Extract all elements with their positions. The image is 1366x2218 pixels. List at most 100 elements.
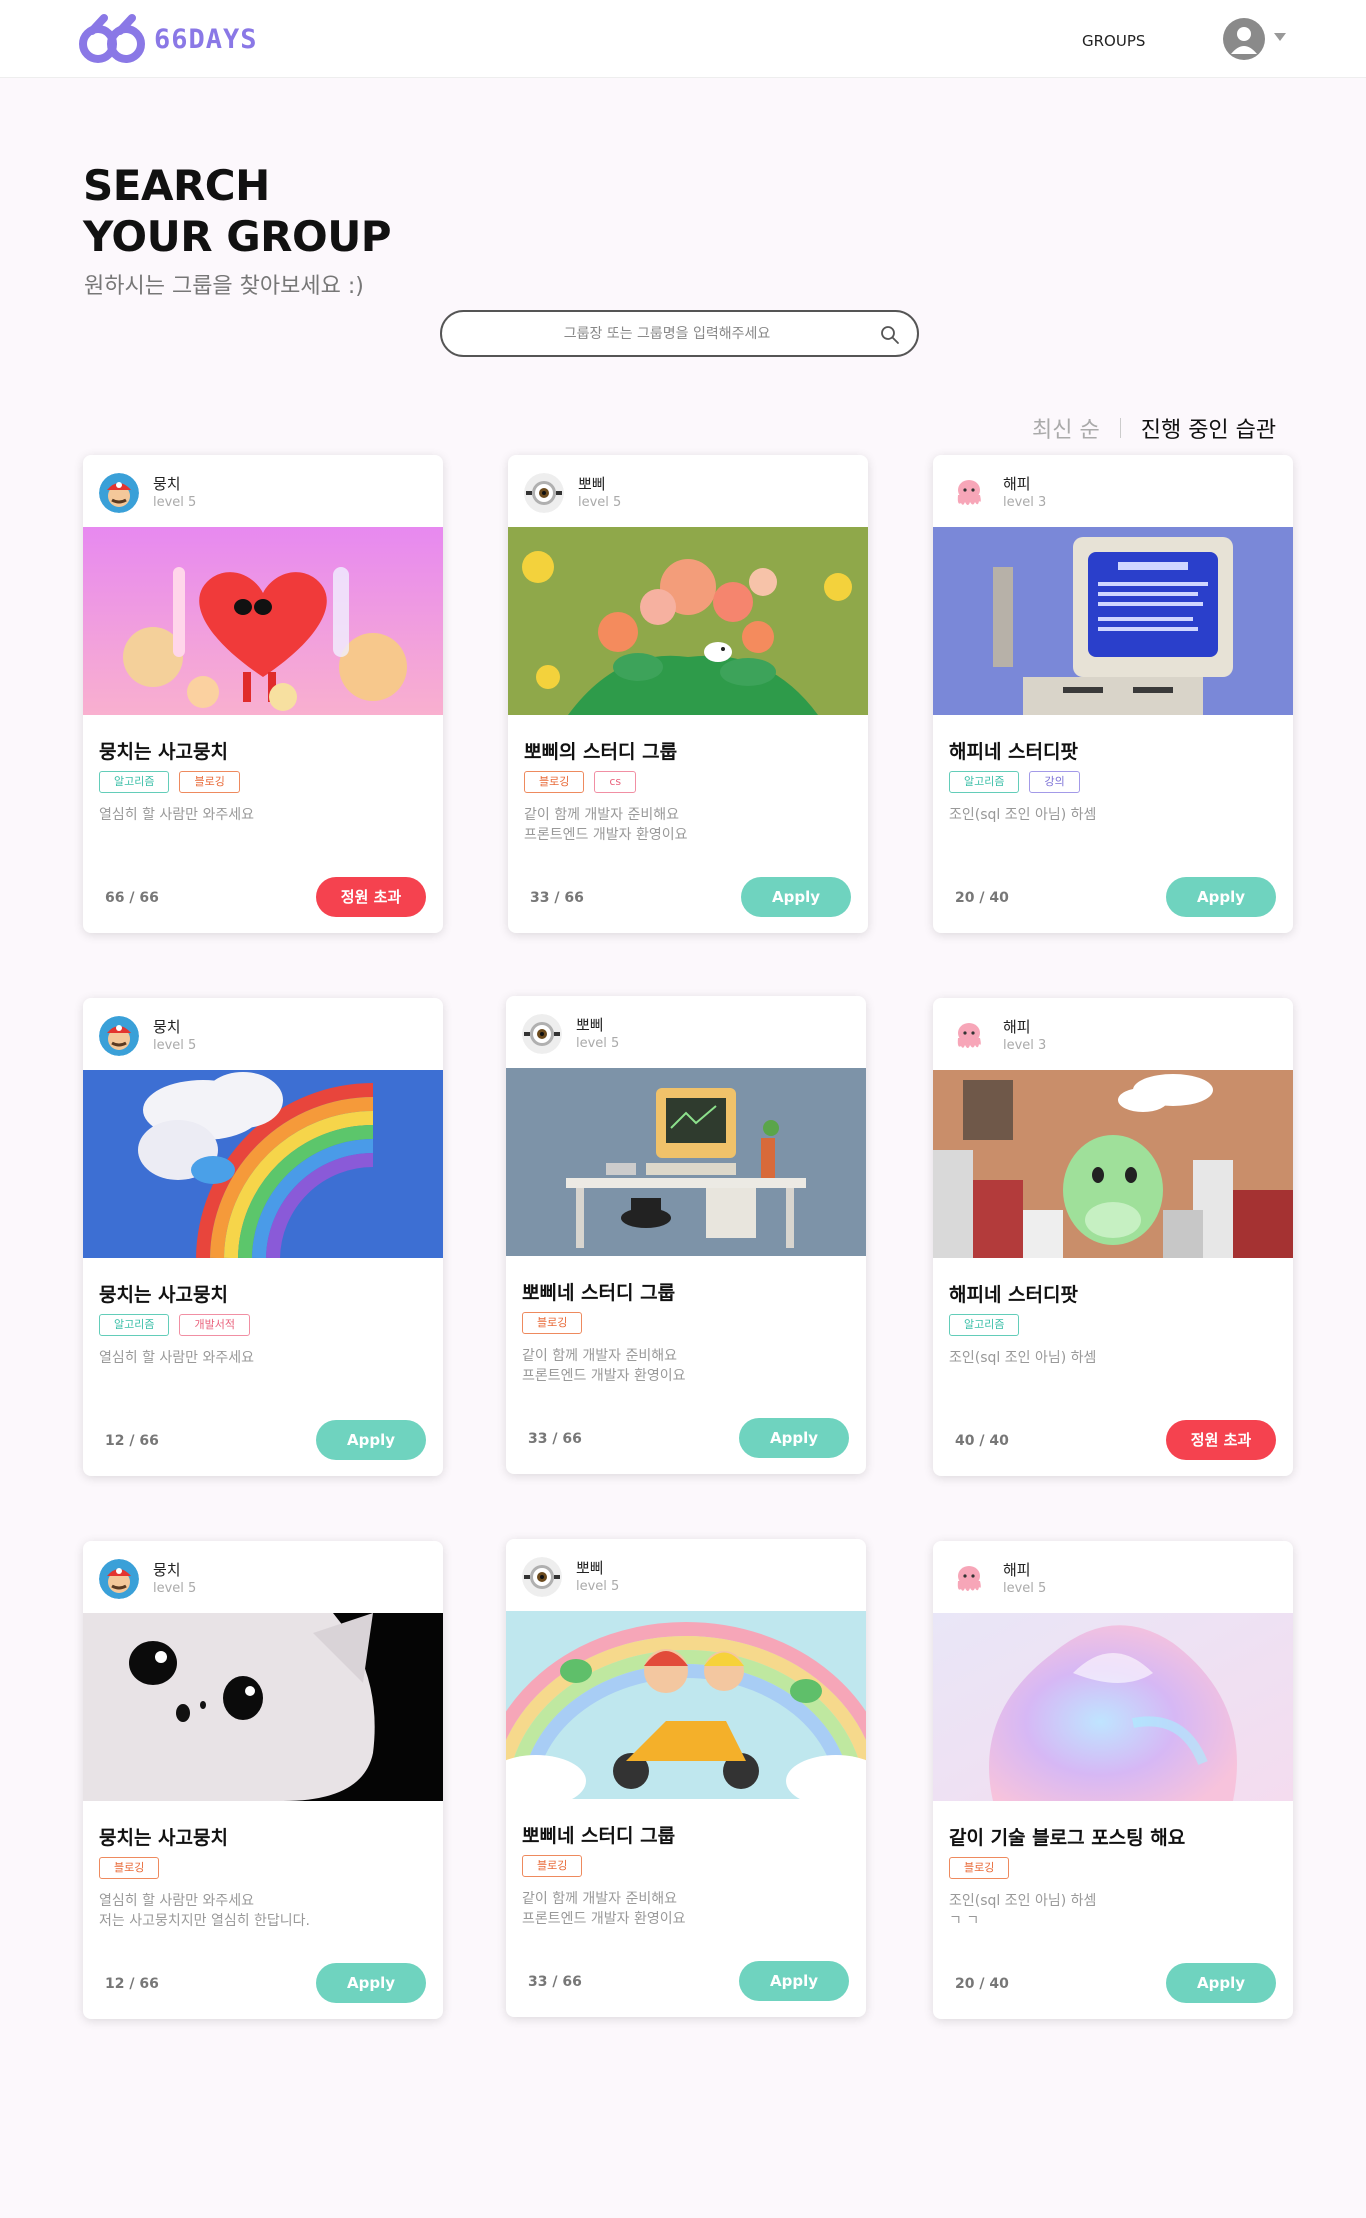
group-title[interactable]: 해피네 스터디팟 bbox=[949, 737, 1078, 764]
group-card[interactable]: 해피 level 3 해피네 스터디팟 알고리즘 강의 조인(sql 조인 아님)… bbox=[933, 455, 1293, 933]
group-title[interactable]: 뭉치는 사고뭉치 bbox=[99, 1280, 228, 1307]
group-description: 같이 함께 개발자 준비해요 프론트엔드 개발자 환영이요 bbox=[522, 1891, 686, 1927]
search-bar bbox=[440, 310, 919, 357]
group-title[interactable]: 뭉치는 사고뭉치 bbox=[99, 1823, 228, 1850]
owner-name[interactable]: 뽀삐 bbox=[578, 473, 606, 494]
group-card[interactable]: 뭉치 level 5 뭉치는 사고뭉치 알고리즘 개발서적 열심히 할 사람만 와… bbox=[83, 998, 443, 1476]
group-thumbnail[interactable] bbox=[933, 527, 1293, 715]
owner-name[interactable]: 해피 bbox=[1003, 1016, 1031, 1037]
category-tag[interactable]: 블로깅 bbox=[99, 1857, 160, 1879]
category-tag[interactable]: 알고리즘 bbox=[949, 1314, 1020, 1336]
group-card[interactable]: 뽀삐 level 5 뽀삐의 스터디 그룹 블로깅 cs 같이 함께 개발자 준비… bbox=[508, 455, 868, 933]
sort-active-option[interactable]: 진행 중인 습관 bbox=[1141, 412, 1276, 444]
card-header: 해피 level 3 bbox=[933, 998, 1293, 1070]
apply-button[interactable]: Apply bbox=[1166, 877, 1276, 917]
category-tag[interactable]: 알고리즘 bbox=[949, 771, 1020, 793]
group-title[interactable]: 뽀삐네 스터디 그룹 bbox=[522, 1278, 675, 1305]
group-title[interactable]: 뭉치는 사고뭉치 bbox=[99, 737, 228, 764]
card-header: 뽀삐 level 5 bbox=[506, 996, 866, 1068]
apply-button[interactable]: Apply bbox=[739, 1418, 849, 1458]
group-thumbnail[interactable] bbox=[506, 1068, 866, 1256]
octopus-avatar[interactable] bbox=[949, 1016, 989, 1056]
group-title[interactable]: 해피네 스터디팟 bbox=[949, 1280, 1078, 1307]
card-header: 해피 level 3 bbox=[933, 455, 1293, 527]
group-card[interactable]: 뭉치 level 5 뭉치는 사고뭉치 알고리즘 블로깅 열심히 할 사람만 와주… bbox=[83, 455, 443, 933]
group-card[interactable]: 뽀삐 level 5 뽀삐네 스터디 그룹 블로깅 같이 함께 개발자 준비해요… bbox=[506, 1539, 866, 2017]
apply-button[interactable]: Apply bbox=[739, 1961, 849, 2001]
category-tag[interactable]: 블로깅 bbox=[522, 1312, 583, 1334]
group-thumbnail[interactable] bbox=[506, 1611, 866, 1799]
group-thumbnail[interactable] bbox=[83, 527, 443, 715]
octopus-avatar[interactable] bbox=[949, 1559, 989, 1599]
tag-list: 블로깅 bbox=[522, 1855, 583, 1877]
group-thumbnail[interactable] bbox=[83, 1070, 443, 1258]
mario-avatar[interactable] bbox=[99, 1016, 139, 1056]
group-card[interactable]: 해피 level 5 같이 기술 블로그 포스팅 해요 블로깅 조인(sql 조… bbox=[933, 1541, 1293, 2019]
sort-latest-option[interactable]: 최신 순 bbox=[1032, 412, 1100, 444]
group-description: 조인(sql 조인 아님) 하셈 ㄱ ㄱ bbox=[949, 1893, 1097, 1929]
category-tag[interactable]: cs bbox=[594, 771, 637, 793]
sort-divider bbox=[1119, 418, 1121, 438]
user-avatar-button[interactable] bbox=[1223, 18, 1265, 60]
card-header: 뭉치 level 5 bbox=[83, 455, 443, 527]
group-title[interactable]: 같이 기술 블로그 포스팅 해요 bbox=[949, 1823, 1185, 1850]
group-card[interactable]: 해피 level 3 해피네 스터디팟 알고리즘 조인(sql 조인 아님) 하… bbox=[933, 998, 1293, 1476]
group-description: 열심히 할 사람만 와주세요 bbox=[99, 807, 255, 823]
capacity-full-button[interactable]: 정원 초과 bbox=[316, 877, 426, 917]
octopus-avatar[interactable] bbox=[949, 473, 989, 513]
tag-list: 알고리즘 개발서적 bbox=[99, 1314, 250, 1336]
nav-groups-link[interactable]: GROUPS bbox=[1082, 32, 1145, 50]
apply-button[interactable]: Apply bbox=[316, 1963, 426, 2003]
owner-name[interactable]: 뭉치 bbox=[153, 1559, 181, 1580]
group-card[interactable]: 뽀삐 level 5 뽀삐네 스터디 그룹 블로깅 같이 함께 개발자 준비해요… bbox=[506, 996, 866, 1474]
minion-avatar[interactable] bbox=[522, 1014, 562, 1054]
member-count: 40 / 40 bbox=[955, 1433, 1009, 1449]
minion-avatar[interactable] bbox=[522, 1557, 562, 1597]
apply-button[interactable]: Apply bbox=[316, 1420, 426, 1460]
member-count: 20 / 40 bbox=[955, 890, 1009, 906]
group-thumbnail[interactable] bbox=[933, 1070, 1293, 1258]
category-tag[interactable]: 강의 bbox=[1029, 771, 1080, 793]
apply-button[interactable]: Apply bbox=[741, 877, 851, 917]
member-count: 66 / 66 bbox=[105, 890, 159, 906]
member-count: 20 / 40 bbox=[955, 1976, 1009, 1992]
capacity-full-button[interactable]: 정원 초과 bbox=[1166, 1420, 1276, 1460]
category-tag[interactable]: 블로깅 bbox=[522, 1855, 583, 1877]
search-input[interactable] bbox=[462, 321, 872, 347]
owner-name[interactable]: 뭉치 bbox=[153, 473, 181, 494]
apply-button[interactable]: Apply bbox=[1166, 1963, 1276, 2003]
tag-list: 블로깅 bbox=[99, 1857, 160, 1879]
category-tag[interactable]: 블로깅 bbox=[179, 771, 240, 793]
group-description: 같이 함께 개발자 준비해요 프론트엔드 개발자 환영이요 bbox=[524, 807, 688, 843]
search-icon[interactable] bbox=[879, 324, 901, 346]
group-thumbnail[interactable] bbox=[508, 527, 868, 715]
owner-name[interactable]: 뭉치 bbox=[153, 1016, 181, 1037]
group-thumbnail[interactable] bbox=[933, 1613, 1293, 1801]
owner-name[interactable]: 해피 bbox=[1003, 473, 1031, 494]
owner-level: level 5 bbox=[1003, 1581, 1047, 1596]
logo[interactable]: 66DAYS bbox=[78, 14, 258, 64]
category-tag[interactable]: 블로깅 bbox=[949, 1857, 1010, 1879]
user-icon bbox=[1231, 27, 1257, 54]
mario-avatar[interactable] bbox=[99, 1559, 139, 1599]
category-tag[interactable]: 알고리즘 bbox=[99, 771, 170, 793]
owner-name[interactable]: 뽀삐 bbox=[576, 1557, 604, 1578]
group-card[interactable]: 뭉치 level 5 뭉치는 사고뭉치 블로깅 열심히 할 사람만 와주세요 저… bbox=[83, 1541, 443, 2019]
group-title[interactable]: 뽀삐네 스터디 그룹 bbox=[522, 1821, 675, 1848]
card-header: 뭉치 level 5 bbox=[83, 1541, 443, 1613]
owner-name[interactable]: 해피 bbox=[1003, 1559, 1031, 1580]
card-header: 뽀삐 level 5 bbox=[508, 455, 868, 527]
minion-avatar[interactable] bbox=[524, 473, 564, 513]
chevron-down-icon[interactable] bbox=[1274, 33, 1286, 41]
tag-list: 알고리즘 블로깅 bbox=[99, 771, 240, 793]
category-tag[interactable]: 개발서적 bbox=[179, 1314, 250, 1336]
category-tag[interactable]: 알고리즘 bbox=[99, 1314, 170, 1336]
member-count: 12 / 66 bbox=[105, 1976, 159, 1992]
mario-avatar[interactable] bbox=[99, 473, 139, 513]
category-tag[interactable]: 블로깅 bbox=[524, 771, 585, 793]
group-title[interactable]: 뽀삐의 스터디 그룹 bbox=[524, 737, 677, 764]
owner-name[interactable]: 뽀삐 bbox=[576, 1014, 604, 1035]
card-header: 해피 level 5 bbox=[933, 1541, 1293, 1613]
group-thumbnail[interactable] bbox=[83, 1613, 443, 1801]
group-description: 조인(sql 조인 아님) 하셈 bbox=[949, 807, 1097, 823]
